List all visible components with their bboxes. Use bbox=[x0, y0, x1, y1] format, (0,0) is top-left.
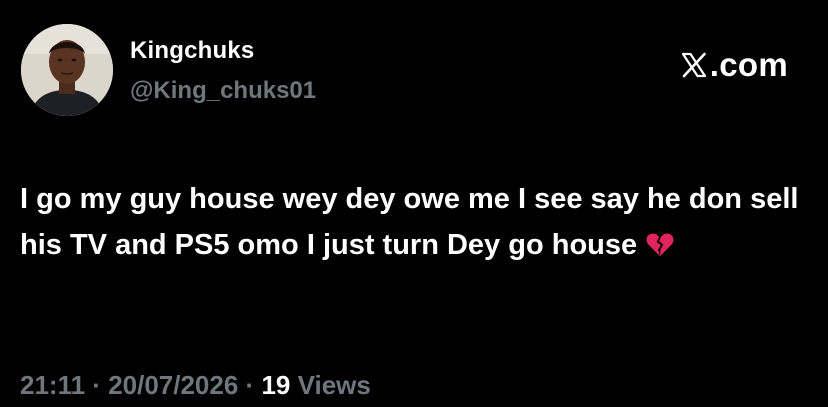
avatar[interactable] bbox=[21, 24, 113, 116]
tweet-time[interactable]: 21:11 bbox=[20, 370, 85, 400]
author-handle[interactable]: @King_chuks01 bbox=[130, 76, 316, 106]
author-display-name[interactable]: Kingchuks bbox=[130, 36, 254, 66]
broken-heart-icon bbox=[646, 233, 674, 257]
tweet-date[interactable]: 20/07/2026 bbox=[108, 370, 238, 400]
x-logo-icon bbox=[681, 52, 706, 78]
views-count: 19 bbox=[261, 370, 291, 400]
views-label: Views bbox=[297, 370, 371, 400]
meta-separator: · bbox=[85, 370, 109, 400]
tweet-meta: 21:11 · 20/07/2026 · 19 Views bbox=[20, 370, 371, 400]
tweet-text: I go my guy house wey dey owe me I see s… bbox=[20, 176, 810, 268]
tweet-body: I go my guy house wey dey owe me I see s… bbox=[20, 183, 799, 261]
avatar-photo bbox=[21, 24, 113, 116]
site-badge: .com bbox=[680, 47, 788, 83]
site-label: .com bbox=[709, 46, 788, 83]
meta-separator: · bbox=[238, 370, 262, 400]
